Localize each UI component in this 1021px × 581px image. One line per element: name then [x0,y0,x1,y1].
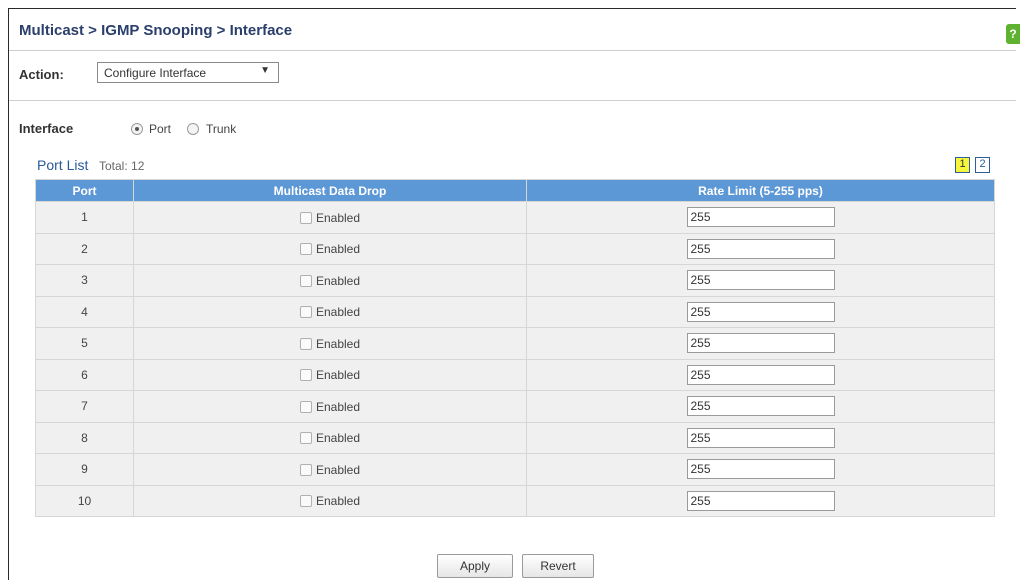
chevron-down-icon: ▼ [260,65,270,76]
table-row: 1 Enabled [35,201,995,234]
revert-button[interactable]: Revert [522,554,594,578]
multicast-drop-cell: Enabled [133,421,527,454]
rate-limit-input[interactable] [686,301,835,322]
radio-trunk-label[interactable]: Trunk [206,122,236,136]
port-cell: 5 [35,327,134,360]
multicast-drop-cell: Enabled [133,453,527,486]
multicast-drop-cell: Enabled [133,264,527,297]
table-row: 7 Enabled [35,390,995,423]
multicast-drop-label[interactable]: Enabled [316,368,360,382]
multicast-drop-checkbox[interactable] [299,432,312,445]
multicast-drop-label[interactable]: Enabled [316,242,360,256]
rate-limit-input[interactable] [686,270,835,291]
rate-limit-cell [526,232,995,265]
action-label: Action: [19,67,64,82]
port-cell: 9 [35,453,134,486]
table-row: 8 Enabled [35,421,995,454]
multicast-drop-checkbox[interactable] [299,211,312,224]
column-header-multicast-data-drop: Multicast Data Drop [133,179,527,202]
multicast-drop-label[interactable]: Enabled [316,305,360,319]
rate-limit-cell [526,201,995,234]
rate-limit-input[interactable] [686,459,835,480]
multicast-drop-checkbox[interactable] [299,243,312,256]
page-frame: Multicast > IGMP Snooping > Interface ? … [8,8,1020,580]
rate-limit-cell [526,484,995,517]
rate-limit-cell [526,453,995,486]
table-row: 9 Enabled [35,453,995,486]
multicast-drop-label[interactable]: Enabled [316,400,360,414]
table-row: 6 Enabled [35,358,995,391]
port-cell: 4 [35,295,134,328]
multicast-drop-cell: Enabled [133,232,527,265]
multicast-drop-cell: Enabled [133,327,527,360]
rate-limit-cell [526,264,995,297]
multicast-drop-checkbox[interactable] [299,495,312,508]
help-icon[interactable]: ? [1006,24,1020,44]
multicast-drop-cell: Enabled [133,295,527,328]
multicast-drop-checkbox[interactable] [299,369,312,382]
port-cell: 7 [35,390,134,423]
title-bar: Multicast > IGMP Snooping > Interface ? [9,9,1020,51]
page-2-button[interactable]: 2 [975,157,990,173]
port-cell: 10 [35,484,134,517]
port-list-title: Port List [37,157,89,173]
port-table: Port Multicast Data Drop Rate Limit (5-2… [35,179,995,517]
table-row: 3 Enabled [35,264,995,297]
rate-limit-cell [526,295,995,328]
table-row: 2 Enabled [35,232,995,265]
page-1-button[interactable]: 1 [955,157,970,173]
action-select[interactable]: Configure Interface ▼ [97,62,279,83]
rate-limit-cell [526,358,995,391]
multicast-drop-label[interactable]: Enabled [316,337,360,351]
rate-limit-input[interactable] [686,427,835,448]
column-header-rate-limit: Rate Limit (5-255 pps) [526,179,995,202]
multicast-drop-cell: Enabled [133,390,527,423]
page-title: Multicast > IGMP Snooping > Interface [19,22,293,39]
multicast-drop-cell: Enabled [133,358,527,391]
port-cell: 3 [35,264,134,297]
radio-trunk[interactable] [187,123,199,135]
port-cell: 2 [35,232,134,265]
radio-port-label[interactable]: Port [149,122,171,136]
action-select-value: Configure Interface [104,66,207,80]
port-list-total: Total: 12 [99,159,145,173]
port-cell: 6 [35,358,134,391]
multicast-drop-label[interactable]: Enabled [316,211,360,225]
interface-label: Interface [19,121,74,136]
multicast-drop-cell: Enabled [133,484,527,517]
rate-limit-input[interactable] [686,207,835,228]
multicast-drop-checkbox[interactable] [299,463,312,476]
port-cell: 1 [35,201,134,234]
rate-limit-input[interactable] [686,490,835,511]
rate-limit-cell [526,327,995,360]
multicast-drop-checkbox[interactable] [299,274,312,287]
action-row: Action: Configure Interface ▼ [9,59,1016,101]
rate-limit-cell [526,421,995,454]
radio-port[interactable] [131,123,143,135]
multicast-drop-label[interactable]: Enabled [316,463,360,477]
table-row: 10 Enabled [35,484,995,517]
rate-limit-input[interactable] [686,396,835,417]
multicast-drop-label[interactable]: Enabled [316,494,360,508]
multicast-drop-checkbox[interactable] [299,400,312,413]
multicast-drop-checkbox[interactable] [299,306,312,319]
table-row: 5 Enabled [35,327,995,360]
port-cell: 8 [35,421,134,454]
rate-limit-cell [526,390,995,423]
multicast-drop-label[interactable]: Enabled [316,431,360,445]
rate-limit-input[interactable] [686,238,835,259]
rate-limit-input[interactable] [686,333,835,354]
multicast-drop-label[interactable]: Enabled [316,274,360,288]
rate-limit-input[interactable] [686,364,835,385]
multicast-drop-cell: Enabled [133,201,527,234]
table-row: 4 Enabled [35,295,995,328]
multicast-drop-checkbox[interactable] [299,337,312,350]
apply-button[interactable]: Apply [437,554,513,578]
column-header-port: Port [35,179,134,202]
